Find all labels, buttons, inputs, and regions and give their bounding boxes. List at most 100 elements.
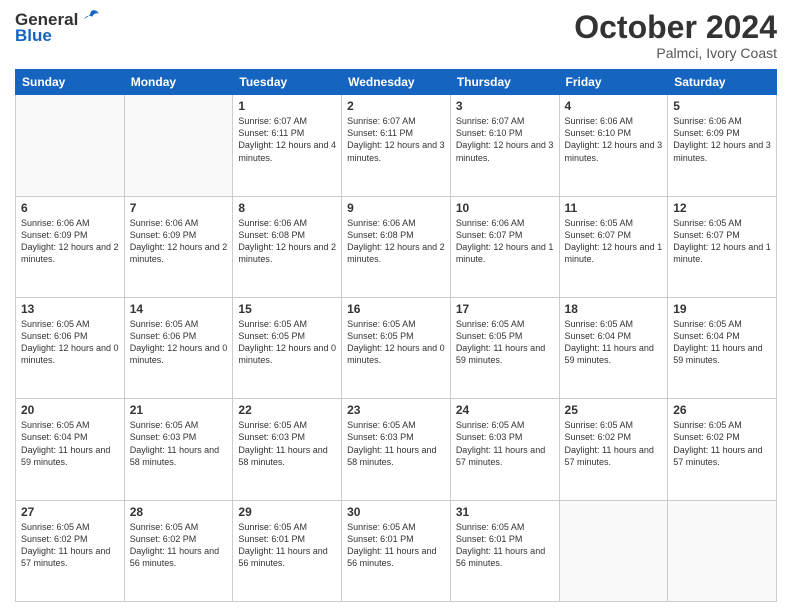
table-row: 15 Sunrise: 6:05 AM Sunset: 6:05 PM Dayli…: [233, 297, 342, 398]
day-info: Sunrise: 6:06 AM Sunset: 6:09 PM Dayligh…: [21, 217, 119, 266]
day-number: 9: [347, 201, 445, 215]
day-number: 3: [456, 99, 554, 113]
table-row: 30Sunrise: 6:05 AM Sunset: 6:01 PM Dayli…: [342, 500, 451, 601]
day-info: Sunrise: 6:05 AM Sunset: 6:04 PM Dayligh…: [673, 318, 771, 367]
table-row: [124, 95, 233, 196]
day-info: Sunrise: 6:06 AM Sunset: 6:07 PM Dayligh…: [456, 217, 554, 266]
table-row: 17 Sunrise: 6:05 AM Sunset: 6:05 PM Dayli…: [450, 297, 559, 398]
day-info: Sunrise: 6:05 AM Sunset: 6:02 PM Dayligh…: [130, 521, 228, 570]
day-number: 23: [347, 403, 445, 417]
table-row: 24 Sunrise: 6:05 AM Sunset: 6:03 PM Dayli…: [450, 399, 559, 500]
table-row: 3 Sunrise: 6:07 AM Sunset: 6:10 PM Daylig…: [450, 95, 559, 196]
table-row: 31 Sunrise: 6:05 AM Sunset: 6:01 PM Dayli…: [450, 500, 559, 601]
day-info: Sunrise: 6:05 AM Sunset: 6:05 PM Dayligh…: [238, 318, 336, 367]
day-number: 6: [21, 201, 119, 215]
header-sunday: Sunday: [16, 70, 125, 95]
day-info: Sunrise: 6:06 AM Sunset: 6:09 PM Dayligh…: [673, 115, 771, 164]
table-row: [668, 500, 777, 601]
table-row: 11 Sunrise: 6:05 AM Sunset: 6:07 PM Dayli…: [559, 196, 668, 297]
logo-bird-icon: [80, 7, 102, 29]
day-info: Sunrise: 6:05 AM Sunset: 6:06 PM Dayligh…: [130, 318, 228, 367]
day-info: Sunrise: 6:05 AM Sunset: 6:07 PM Dayligh…: [673, 217, 771, 266]
calendar-week-row: 27 Sunrise: 6:05 AM Sunset: 6:02 PM Dayli…: [16, 500, 777, 601]
title-block: October 2024 Palmci, Ivory Coast: [574, 10, 777, 61]
table-row: 19 Sunrise: 6:05 AM Sunset: 6:04 PM Dayli…: [668, 297, 777, 398]
header-monday: Monday: [124, 70, 233, 95]
day-number: 4: [565, 99, 663, 113]
table-row: 26 Sunrise: 6:05 AM Sunset: 6:02 PM Dayli…: [668, 399, 777, 500]
day-number: 31: [456, 505, 554, 519]
table-row: [16, 95, 125, 196]
table-row: 2 Sunrise: 6:07 AM Sunset: 6:11 PM Daylig…: [342, 95, 451, 196]
day-info: Sunrise: 6:06 AM Sunset: 6:08 PM Dayligh…: [347, 217, 445, 266]
calendar-table: Sunday Monday Tuesday Wednesday Thursday…: [15, 69, 777, 602]
day-info: Sunrise: 6:05 AM Sunset: 6:05 PM Dayligh…: [456, 318, 554, 367]
day-info: Sunrise: 6:05 AM Sunset: 6:03 PM Dayligh…: [456, 419, 554, 468]
day-info: Sunrise: 6:05 AM Sunset: 6:04 PM Dayligh…: [565, 318, 663, 367]
day-number: 8: [238, 201, 336, 215]
day-number: 13: [21, 302, 119, 316]
day-number: 11: [565, 201, 663, 215]
day-info: Sunrise: 6:05 AM Sunset: 6:01 PM Dayligh…: [238, 521, 336, 570]
header-wednesday: Wednesday: [342, 70, 451, 95]
table-row: 18 Sunrise: 6:05 AM Sunset: 6:04 PM Dayli…: [559, 297, 668, 398]
table-row: 25 Sunrise: 6:05 AM Sunset: 6:02 PM Dayli…: [559, 399, 668, 500]
day-info: Sunrise: 6:05 AM Sunset: 6:03 PM Dayligh…: [238, 419, 336, 468]
day-info: Sunrise: 6:07 AM Sunset: 6:10 PM Dayligh…: [456, 115, 554, 164]
day-info: Sunrise: 6:05 AM Sunset: 6:02 PM Dayligh…: [673, 419, 771, 468]
day-number: 1: [238, 99, 336, 113]
day-number: 2: [347, 99, 445, 113]
table-row: 9 Sunrise: 6:06 AM Sunset: 6:08 PM Daylig…: [342, 196, 451, 297]
calendar-week-row: 20Sunrise: 6:05 AM Sunset: 6:04 PM Dayli…: [16, 399, 777, 500]
header-thursday: Thursday: [450, 70, 559, 95]
logo: General Blue: [15, 10, 102, 46]
day-number: 25: [565, 403, 663, 417]
day-info: Sunrise: 6:05 AM Sunset: 6:06 PM Dayligh…: [21, 318, 119, 367]
table-row: [559, 500, 668, 601]
day-number: 29: [238, 505, 336, 519]
day-number: 24: [456, 403, 554, 417]
day-number: 27: [21, 505, 119, 519]
header-friday: Friday: [559, 70, 668, 95]
table-row: 10 Sunrise: 6:06 AM Sunset: 6:07 PM Dayli…: [450, 196, 559, 297]
location: Palmci, Ivory Coast: [574, 45, 777, 61]
day-number: 15: [238, 302, 336, 316]
table-row: 1 Sunrise: 6:07 AM Sunset: 6:11 PM Daylig…: [233, 95, 342, 196]
table-row: 7 Sunrise: 6:06 AM Sunset: 6:09 PM Daylig…: [124, 196, 233, 297]
day-info: Sunrise: 6:07 AM Sunset: 6:11 PM Dayligh…: [238, 115, 336, 164]
day-info: Sunrise: 6:05 AM Sunset: 6:07 PM Dayligh…: [565, 217, 663, 266]
table-row: 27 Sunrise: 6:05 AM Sunset: 6:02 PM Dayli…: [16, 500, 125, 601]
table-row: 29 Sunrise: 6:05 AM Sunset: 6:01 PM Dayli…: [233, 500, 342, 601]
table-row: 28Sunrise: 6:05 AM Sunset: 6:02 PM Dayli…: [124, 500, 233, 601]
day-info: Sunrise: 6:05 AM Sunset: 6:03 PM Dayligh…: [347, 419, 445, 468]
day-info: Sunrise: 6:05 AM Sunset: 6:02 PM Dayligh…: [21, 521, 119, 570]
day-info: Sunrise: 6:07 AM Sunset: 6:11 PM Dayligh…: [347, 115, 445, 164]
day-number: 5: [673, 99, 771, 113]
day-info: Sunrise: 6:05 AM Sunset: 6:03 PM Dayligh…: [130, 419, 228, 468]
header-saturday: Saturday: [668, 70, 777, 95]
day-number: 12: [673, 201, 771, 215]
day-number: 21: [130, 403, 228, 417]
table-row: 20Sunrise: 6:05 AM Sunset: 6:04 PM Dayli…: [16, 399, 125, 500]
day-number: 26: [673, 403, 771, 417]
day-number: 17: [456, 302, 554, 316]
table-row: 14Sunrise: 6:05 AM Sunset: 6:06 PM Dayli…: [124, 297, 233, 398]
table-row: 6 Sunrise: 6:06 AM Sunset: 6:09 PM Daylig…: [16, 196, 125, 297]
logo-blue: Blue: [15, 26, 52, 46]
day-info: Sunrise: 6:05 AM Sunset: 6:04 PM Dayligh…: [21, 419, 119, 468]
table-row: 13 Sunrise: 6:05 AM Sunset: 6:06 PM Dayli…: [16, 297, 125, 398]
table-row: 5 Sunrise: 6:06 AM Sunset: 6:09 PM Daylig…: [668, 95, 777, 196]
page-container: General Blue October 2024 Palmci, Ivory …: [0, 0, 792, 612]
day-number: 19: [673, 302, 771, 316]
day-number: 22: [238, 403, 336, 417]
day-number: 7: [130, 201, 228, 215]
day-info: Sunrise: 6:06 AM Sunset: 6:09 PM Dayligh…: [130, 217, 228, 266]
table-row: 12 Sunrise: 6:05 AM Sunset: 6:07 PM Dayli…: [668, 196, 777, 297]
day-number: 10: [456, 201, 554, 215]
day-number: 16: [347, 302, 445, 316]
day-info: Sunrise: 6:05 AM Sunset: 6:02 PM Dayligh…: [565, 419, 663, 468]
day-info: Sunrise: 6:06 AM Sunset: 6:08 PM Dayligh…: [238, 217, 336, 266]
day-number: 18: [565, 302, 663, 316]
day-info: Sunrise: 6:05 AM Sunset: 6:01 PM Dayligh…: [456, 521, 554, 570]
table-row: 22 Sunrise: 6:05 AM Sunset: 6:03 PM Dayli…: [233, 399, 342, 500]
